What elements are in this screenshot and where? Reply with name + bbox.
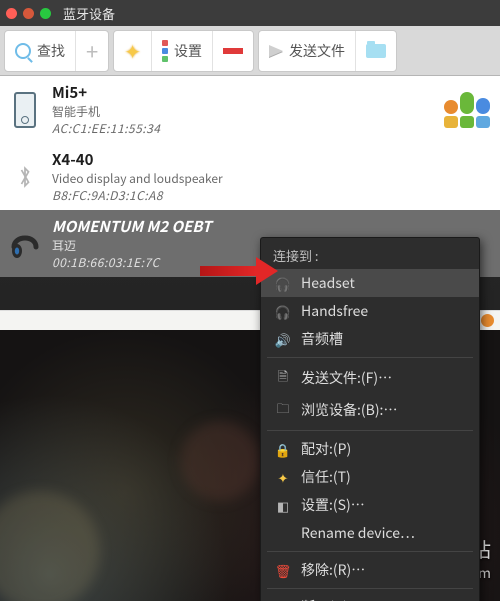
menu-separator	[267, 430, 473, 431]
lock-icon: 🔒	[275, 440, 291, 459]
menu-item-headset[interactable]: 🎧 Headset	[261, 269, 479, 297]
menu-item-handsfree[interactable]: 🎧 Handsfree	[261, 297, 479, 325]
device-mac: AC:C1:EE:11:55:34	[52, 120, 160, 137]
speaker-icon: 🔊	[275, 330, 291, 349]
menu-separator	[267, 551, 473, 552]
trust-button[interactable]: ✦	[114, 31, 152, 71]
setup-icon: ◧	[275, 496, 291, 515]
disconnect-icon: ⦸	[275, 598, 291, 601]
menu-item-send-file[interactable]: 🗎 发送文件:(F)…	[261, 362, 479, 394]
menu-item-setup[interactable]: ◧ 设置:(S)…	[261, 491, 479, 519]
folder-icon	[366, 44, 386, 58]
context-menu: 连接到 : 🎧 Headset 🎧 Handsfree 🔊 音频槽 🗎 发送文件…	[260, 237, 480, 601]
menu-label: 音频槽	[301, 329, 343, 349]
window-title: 蓝牙设备	[63, 4, 115, 23]
settings-icon	[162, 40, 168, 62]
send-icon	[269, 45, 283, 57]
file-icon: 🗎	[275, 366, 291, 390]
search-icon	[15, 43, 31, 59]
device-type: 耳迈	[52, 237, 211, 254]
menu-label: Handsfree	[301, 301, 368, 321]
browse-icon: 🗀	[275, 398, 291, 422]
device-type: Video display and loudspeaker	[52, 170, 223, 187]
send-file-button[interactable]: 发送文件	[259, 31, 356, 71]
maximize-button[interactable]	[40, 8, 51, 19]
adapter-status-icon	[444, 92, 492, 128]
device-row[interactable]: X4-40 Video display and loudspeaker B8:F…	[0, 143, 500, 210]
menu-label: 信任:(T)	[301, 467, 351, 487]
device-mac: B8:FC:9A:D3:1C:A8	[52, 187, 223, 204]
device-name: Mi5+	[52, 82, 160, 103]
send-file-label: 发送文件	[289, 41, 345, 61]
annotation-arrow	[200, 257, 278, 285]
bluetooth-icon	[8, 157, 42, 197]
search-button[interactable]: 查找	[5, 31, 76, 71]
headphone-icon	[8, 224, 42, 264]
remove-icon	[223, 48, 243, 54]
minimize-button[interactable]	[23, 8, 34, 19]
menu-item-trust[interactable]: ✦ 信任:(T)	[261, 463, 479, 491]
settings-button[interactable]: 设置	[152, 31, 213, 71]
status-dot-icon	[481, 314, 494, 327]
trash-icon: 🗑	[275, 561, 291, 580]
menu-label: Headset	[301, 273, 355, 293]
browse-button[interactable]	[356, 31, 396, 71]
plus-icon: +	[86, 40, 98, 62]
remove-button[interactable]	[213, 31, 253, 71]
device-type: 智能手机	[52, 103, 160, 120]
star-icon: ✦	[124, 41, 141, 61]
star-icon: ✦	[275, 468, 291, 487]
settings-label: 设置	[174, 41, 202, 61]
app-window: 蓝牙设备 查找 + ✦ 设置	[0, 0, 500, 601]
titlebar: 蓝牙设备	[0, 0, 500, 26]
device-name: X4-40	[52, 149, 223, 170]
window-controls	[6, 8, 51, 19]
close-button[interactable]	[6, 8, 17, 19]
search-label: 查找	[37, 41, 65, 61]
handsfree-icon: 🎧	[275, 302, 291, 321]
menu-item-remove[interactable]: 🗑 移除:(R)…	[261, 556, 479, 584]
menu-label: 配对:(P)	[301, 439, 351, 459]
menu-label: 设置:(S)…	[301, 495, 365, 515]
menu-separator	[267, 357, 473, 358]
phone-icon	[8, 90, 42, 130]
menu-item-browse[interactable]: 🗀 浏览设备:(B):…	[261, 394, 479, 426]
menu-label: 发送文件:(F)…	[301, 368, 392, 388]
menu-label: 移除:(R)…	[301, 560, 365, 580]
menu-item-disconnect[interactable]: ⦸ 断开(D)	[261, 593, 479, 601]
menu-item-pair[interactable]: 🔒 配对:(P)	[261, 435, 479, 463]
device-name: MOMENTUM M2 OEBT	[52, 216, 211, 237]
menu-label: 浏览设备:(B):…	[301, 400, 397, 420]
device-mac: 00:1B:66:03:1E:7C	[52, 254, 211, 271]
menu-item-rename[interactable]: Rename device…	[261, 519, 479, 547]
device-row[interactable]: Mi5+ 智能手机 AC:C1:EE:11:55:34	[0, 76, 500, 143]
toolbar: 查找 + ✦ 设置 发送文件	[0, 26, 500, 76]
context-menu-header: 连接到 :	[261, 242, 479, 269]
menu-label: Rename device…	[301, 523, 415, 543]
menu-separator	[267, 588, 473, 589]
menu-item-audio-sink[interactable]: 🔊 音频槽	[261, 325, 479, 353]
menu-label: 断开(D)	[301, 597, 348, 601]
add-button[interactable]: +	[76, 31, 108, 71]
